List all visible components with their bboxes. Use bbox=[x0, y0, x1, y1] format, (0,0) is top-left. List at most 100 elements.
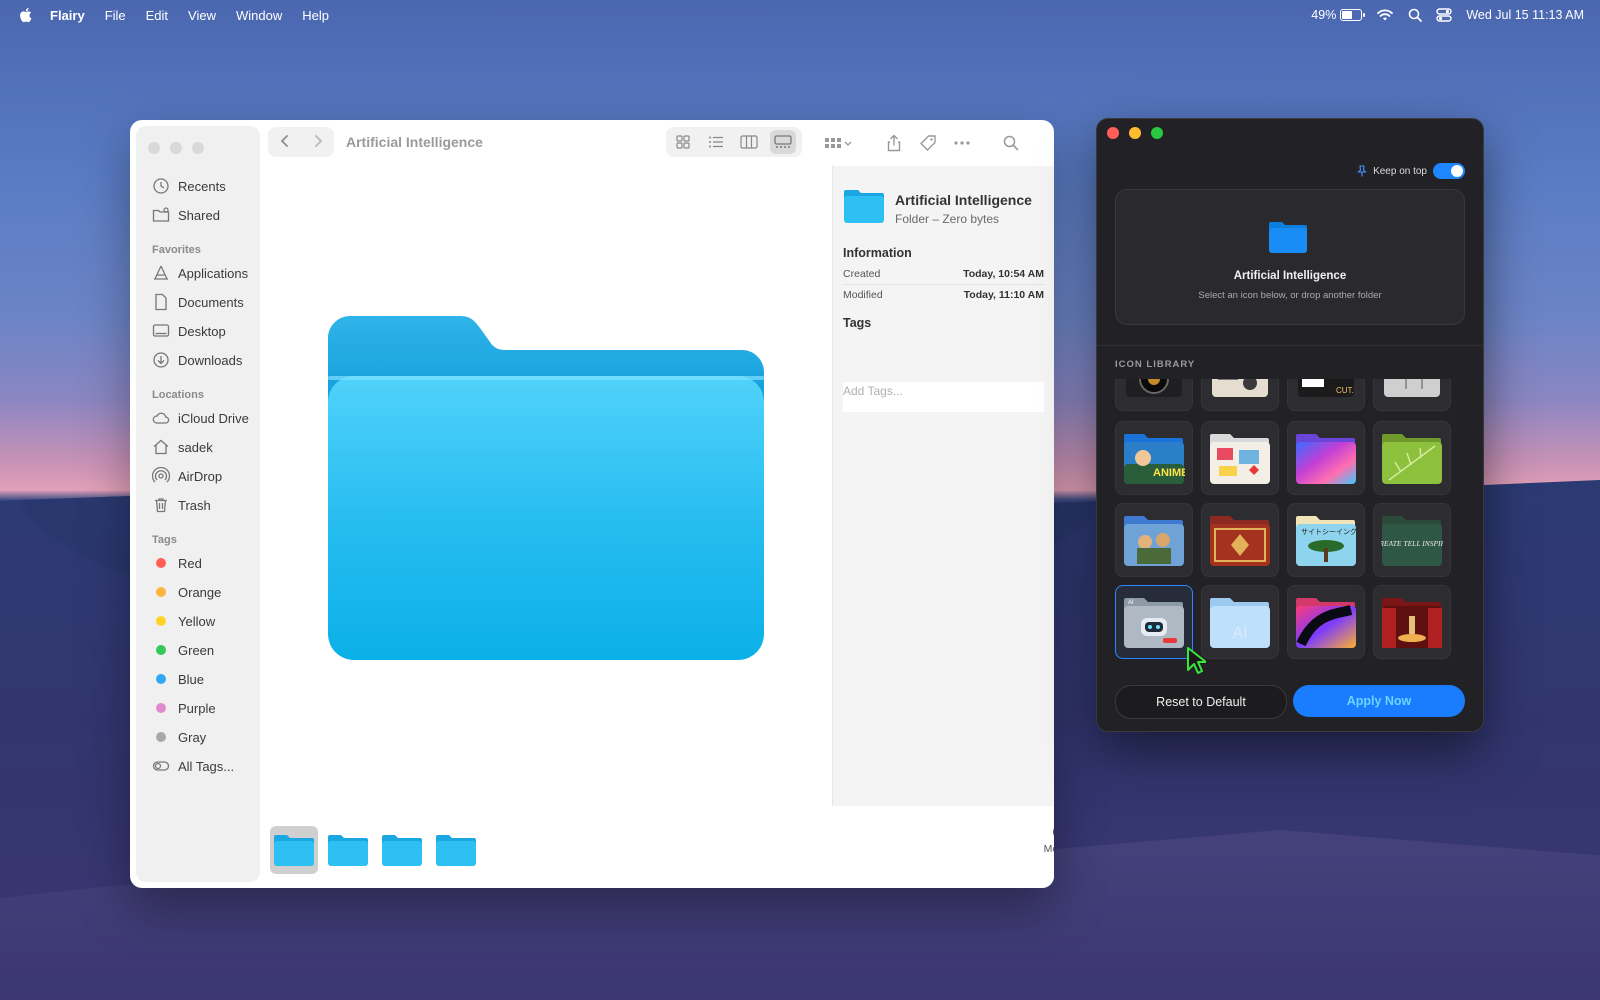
sidebar-tag-red[interactable]: Red bbox=[152, 551, 202, 575]
sidebar-item-downloads[interactable]: Downloads bbox=[152, 348, 242, 372]
film-clapper-art: CUT. bbox=[1298, 379, 1354, 397]
sidebar-item-label: iCloud Drive bbox=[178, 410, 249, 426]
sidebar-item-icloud[interactable]: iCloud Drive bbox=[152, 406, 249, 430]
sidebar-item-airdrop[interactable]: AirDrop bbox=[152, 464, 222, 488]
column-view-button[interactable] bbox=[736, 130, 762, 154]
holographic-folder-art bbox=[1296, 434, 1356, 484]
sidebar-item-label: Orange bbox=[178, 584, 222, 600]
sidebar-tag-yellow[interactable]: Yellow bbox=[152, 609, 215, 633]
chevron-right-icon bbox=[314, 134, 322, 147]
bonsai-sightseeing-folder-icon[interactable]: サイトシーイング bbox=[1287, 503, 1365, 577]
folder-drop-zone[interactable]: Artificial Intelligence Select an icon b… bbox=[1115, 189, 1465, 325]
sidebar-item-recents[interactable]: Recents bbox=[152, 174, 226, 198]
sidebar-tag-blue[interactable]: Blue bbox=[152, 667, 204, 691]
add-tags-field[interactable]: Add Tags... bbox=[843, 382, 1044, 412]
spotlight-search-icon[interactable] bbox=[1408, 8, 1423, 22]
control-center-icon[interactable] bbox=[1436, 8, 1453, 22]
menu-help[interactable]: Help bbox=[302, 8, 329, 23]
view-mode-group bbox=[666, 127, 802, 157]
neon-abstract-folder-icon[interactable] bbox=[1287, 585, 1365, 659]
sidebar-item-home[interactable]: sadek bbox=[152, 435, 213, 459]
sidebar-item-applications[interactable]: Applications bbox=[152, 261, 248, 285]
gallery-view-button[interactable] bbox=[770, 130, 796, 154]
chalkboard-folder-art: CREATE TELL INSPIRE bbox=[1381, 516, 1443, 566]
sidebar-item-label: Gray bbox=[178, 729, 207, 745]
scrapbook-folder-icon[interactable] bbox=[1201, 421, 1279, 495]
painting-folder-icon[interactable] bbox=[1115, 503, 1193, 577]
sketch-chair-folder-icon[interactable] bbox=[1373, 379, 1451, 411]
leaf-folder-icon[interactable] bbox=[1373, 421, 1451, 495]
camera-lens-folder-icon[interactable] bbox=[1115, 379, 1193, 411]
tags-heading: Tags bbox=[843, 316, 872, 330]
modified-label: Modified bbox=[843, 289, 883, 301]
thumbnail-folder[interactable] bbox=[270, 826, 318, 874]
menu-app-name[interactable]: Flairy bbox=[50, 8, 85, 23]
tag-color-dot bbox=[156, 558, 166, 568]
keep-on-top-label: Keep on top bbox=[1373, 165, 1427, 177]
sidebar-tag-orange[interactable]: Orange bbox=[152, 580, 221, 604]
share-button[interactable] bbox=[883, 132, 905, 154]
theater-folder-art bbox=[1382, 598, 1442, 648]
minimize-button[interactable] bbox=[170, 142, 182, 154]
icon-library-grid: CUT. ANIME サイトシーイング CREATE TELL INSPIR bbox=[1115, 379, 1451, 665]
sidebar-item-documents[interactable]: Documents bbox=[152, 290, 244, 314]
sidebar-tag-gray[interactable]: Gray bbox=[152, 725, 206, 749]
menu-file[interactable]: File bbox=[105, 8, 126, 23]
holographic-folder-icon[interactable] bbox=[1287, 421, 1365, 495]
large-folder-icon[interactable] bbox=[328, 316, 764, 666]
camera-lens-art bbox=[1126, 379, 1182, 397]
sidebar-item-desktop[interactable]: Desktop bbox=[152, 319, 226, 343]
sidebar-item-trash[interactable]: Trash bbox=[152, 493, 211, 517]
persian-rug-folder-icon[interactable] bbox=[1201, 503, 1279, 577]
add-tags-placeholder: Add Tags... bbox=[843, 384, 903, 398]
theater-stage-folder-icon[interactable] bbox=[1373, 585, 1451, 659]
search-button[interactable] bbox=[1000, 132, 1022, 154]
tag-button[interactable] bbox=[917, 132, 939, 154]
list-view-button[interactable] bbox=[703, 130, 729, 154]
minimize-button[interactable] bbox=[1129, 127, 1141, 139]
download-icon bbox=[153, 352, 169, 368]
close-button[interactable] bbox=[148, 142, 160, 154]
apply-now-button[interactable]: Apply Now bbox=[1293, 685, 1465, 717]
ai-glass-folder-icon[interactable]: AI bbox=[1201, 585, 1279, 659]
tag-icon bbox=[920, 135, 936, 151]
keep-on-top-toggle[interactable] bbox=[1433, 163, 1465, 179]
zoom-button[interactable] bbox=[1151, 127, 1163, 139]
battery-status[interactable]: 49% bbox=[1311, 8, 1366, 22]
forward-button[interactable] bbox=[313, 132, 323, 153]
sidebar-tag-green[interactable]: Green bbox=[152, 638, 214, 662]
menu-window[interactable]: Window bbox=[236, 8, 282, 23]
apple-logo-icon[interactable] bbox=[18, 7, 32, 23]
neon-abstract-folder-art bbox=[1296, 598, 1356, 648]
close-button[interactable] bbox=[1107, 127, 1119, 139]
sidebar-item-shared[interactable]: Shared bbox=[152, 203, 220, 227]
zoom-button[interactable] bbox=[192, 142, 204, 154]
sidebar-tag-purple[interactable]: Purple bbox=[152, 696, 216, 720]
more-actions-button[interactable] bbox=[951, 132, 973, 154]
desktop-icon bbox=[152, 324, 170, 337]
film-clapper-folder-icon[interactable]: CUT. bbox=[1287, 379, 1365, 411]
back-button[interactable] bbox=[280, 132, 290, 153]
menu-edit[interactable]: Edit bbox=[146, 8, 168, 23]
thumbnail-folder[interactable] bbox=[378, 826, 426, 874]
menu-view[interactable]: View bbox=[188, 8, 216, 23]
modified-row: Modified Today, 11:10 AM bbox=[843, 285, 1044, 305]
menu-clock[interactable]: Wed Jul 15 11:13 AM bbox=[1466, 8, 1584, 22]
sidebar-item-label: Yellow bbox=[178, 613, 216, 629]
inspector-panel: Artificial Intelligence Folder – Zero by… bbox=[832, 166, 1054, 806]
ai-robot-folder-icon[interactable]: AI bbox=[1115, 585, 1193, 659]
thumbnail-folder[interactable] bbox=[324, 826, 372, 874]
group-by-button[interactable] bbox=[822, 132, 856, 154]
window-title: Artificial Intelligence bbox=[346, 134, 483, 150]
sidebar-all-tags[interactable]: All Tags... bbox=[152, 754, 234, 778]
thumbnail-folder[interactable] bbox=[432, 826, 480, 874]
more-button[interactable]: More... bbox=[1030, 824, 1054, 855]
reset-to-default-button[interactable]: Reset to Default bbox=[1115, 685, 1287, 719]
anime-folder-icon[interactable]: ANIME bbox=[1115, 421, 1193, 495]
chalkboard-folder-icon[interactable]: CREATE TELL INSPIRE bbox=[1373, 503, 1451, 577]
vintage-radio-folder-icon[interactable] bbox=[1201, 379, 1279, 411]
clapper-text: CUT. bbox=[1336, 386, 1354, 395]
wifi-icon[interactable] bbox=[1376, 8, 1394, 22]
icon-view-button[interactable] bbox=[670, 130, 696, 154]
tag-color-dot bbox=[156, 645, 166, 655]
